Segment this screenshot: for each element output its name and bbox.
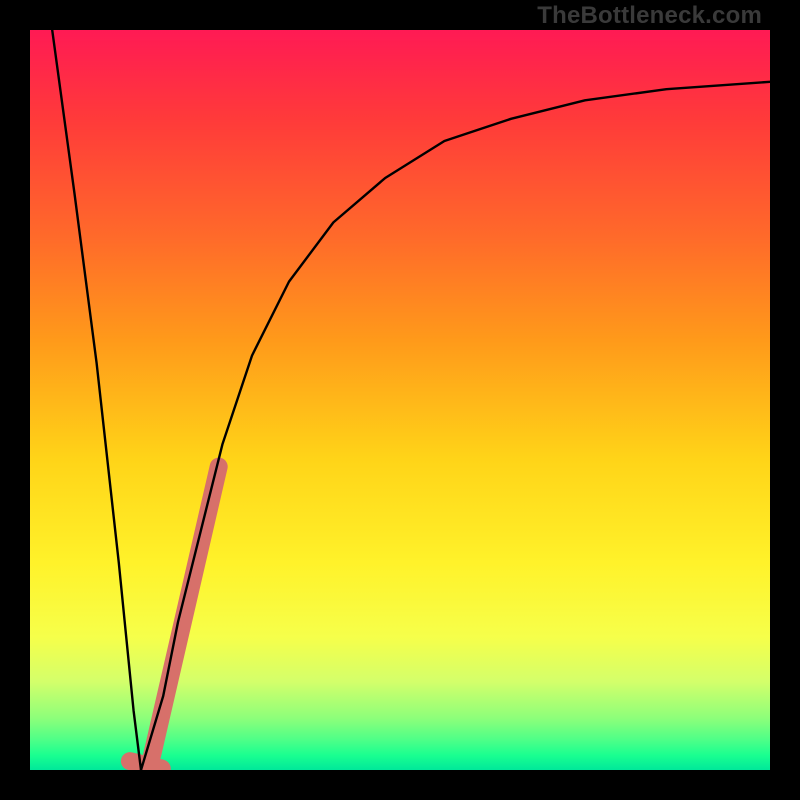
- highlight-dot: [130, 761, 162, 768]
- chart-svg: [30, 30, 770, 770]
- curve-right-branch: [141, 82, 770, 770]
- outer-frame: TheBottleneck.com: [0, 0, 800, 800]
- highlight-segment: [152, 467, 219, 756]
- plot-area: [30, 30, 770, 770]
- curve-left-branch: [52, 30, 141, 770]
- watermark-text: TheBottleneck.com: [537, 2, 762, 30]
